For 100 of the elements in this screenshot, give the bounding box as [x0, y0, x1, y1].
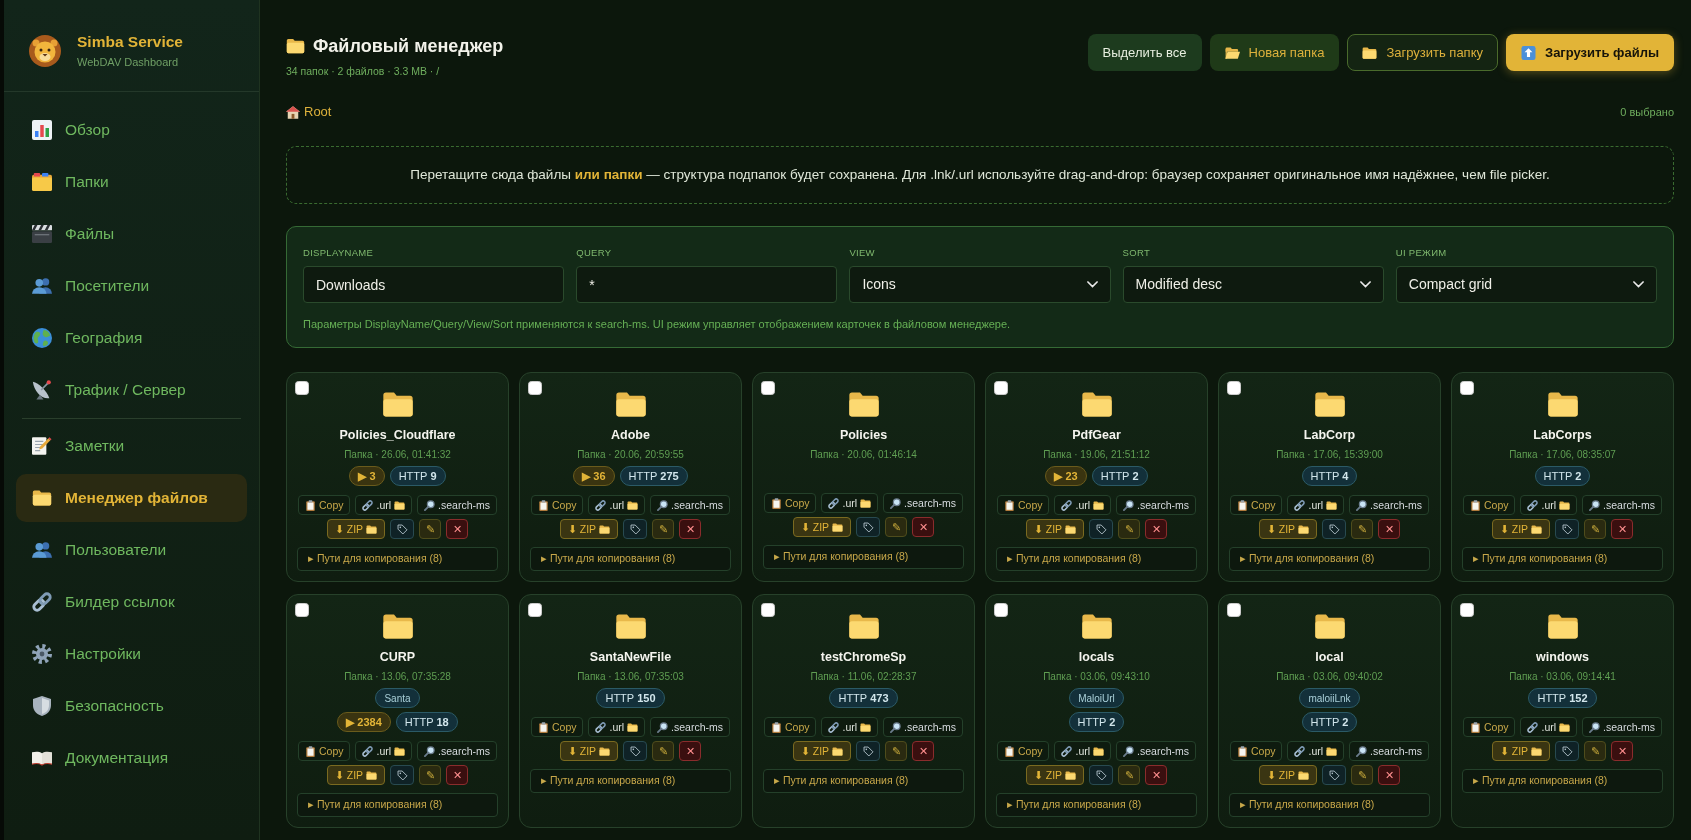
sidebar-item[interactable]: Файлы — [16, 210, 247, 258]
tag-button[interactable] — [1089, 765, 1114, 785]
display-name-field[interactable]: Downloads — [303, 266, 565, 303]
select-checkbox[interactable] — [761, 381, 775, 395]
rename-button[interactable]: ✎ — [1118, 765, 1141, 785]
copy-button[interactable]: Copy — [297, 741, 351, 761]
sidebar-item[interactable]: Безопасность — [16, 682, 247, 730]
copy-paths-toggle[interactable]: ▸ Пути для копирования (8) — [1462, 547, 1663, 571]
copy-paths-toggle[interactable]: ▸ Пути для копирования (8) — [1462, 769, 1663, 793]
delete-button[interactable]: ✕ — [679, 519, 702, 539]
select-checkbox[interactable] — [528, 381, 542, 395]
rename-button[interactable]: ✎ — [1584, 741, 1607, 761]
rename-button[interactable]: ✎ — [885, 741, 908, 761]
query-field[interactable]: * — [576, 266, 838, 303]
url-shortcut-button[interactable]: .url — [1054, 741, 1112, 761]
select-checkbox[interactable] — [994, 381, 1008, 395]
delete-button[interactable]: ✕ — [679, 741, 702, 761]
new-folder-button[interactable]: Новая папка — [1209, 34, 1340, 71]
sidebar-item[interactable]: Документация — [16, 734, 247, 782]
select-checkbox[interactable] — [295, 381, 309, 395]
search-ms-button[interactable]: .search-ms — [650, 717, 730, 737]
zip-download-button[interactable]: ⬇ ZIP — [326, 519, 386, 539]
select-checkbox[interactable] — [761, 603, 775, 617]
copy-button[interactable]: Copy — [1229, 495, 1283, 515]
upload-files-button[interactable]: Загрузить файлы — [1506, 34, 1674, 71]
copy-paths-toggle[interactable]: ▸ Пути для копирования (8) — [996, 793, 1197, 817]
view-select[interactable]: Icons — [849, 266, 1111, 303]
url-shortcut-button[interactable]: .url — [355, 495, 413, 515]
rename-button[interactable]: ✎ — [1118, 519, 1141, 539]
sidebar-item[interactable]: Папки — [16, 158, 247, 206]
select-checkbox[interactable] — [994, 603, 1008, 617]
rename-button[interactable]: ✎ — [419, 765, 442, 785]
rename-button[interactable]: ✎ — [419, 519, 442, 539]
select-all-button[interactable]: Выделить все — [1087, 34, 1202, 71]
select-checkbox[interactable] — [1460, 381, 1474, 395]
zip-download-button[interactable]: ⬇ ZIP — [1491, 519, 1551, 539]
search-ms-button[interactable]: .search-ms — [650, 495, 730, 515]
zip-download-button[interactable]: ⬇ ZIP — [559, 519, 619, 539]
rename-button[interactable]: ✎ — [885, 517, 908, 537]
copy-button[interactable]: Copy — [530, 717, 584, 737]
sidebar-item[interactable]: Заметки — [16, 422, 247, 470]
select-checkbox[interactable] — [1460, 603, 1474, 617]
delete-button[interactable]: ✕ — [446, 519, 469, 539]
rename-button[interactable]: ✎ — [652, 519, 675, 539]
sidebar-item[interactable]: Менеджер файлов — [16, 474, 247, 522]
select-checkbox[interactable] — [295, 603, 309, 617]
tag-button[interactable] — [1089, 519, 1114, 539]
copy-paths-toggle[interactable]: ▸ Пути для копирования (8) — [530, 769, 731, 793]
url-shortcut-button[interactable]: .url — [1054, 495, 1112, 515]
tag-button[interactable] — [1555, 519, 1580, 539]
url-shortcut-button[interactable]: .url — [588, 495, 646, 515]
tag-button[interactable] — [1555, 741, 1580, 761]
delete-button[interactable]: ✕ — [1378, 519, 1401, 539]
copy-button[interactable]: Copy — [996, 741, 1050, 761]
delete-button[interactable]: ✕ — [1145, 765, 1168, 785]
rename-button[interactable]: ✎ — [652, 741, 675, 761]
select-checkbox[interactable] — [1227, 381, 1241, 395]
rename-button[interactable]: ✎ — [1584, 519, 1607, 539]
copy-paths-toggle[interactable]: ▸ Пути для копирования (8) — [763, 769, 964, 793]
delete-button[interactable]: ✕ — [1145, 519, 1168, 539]
copy-paths-toggle[interactable]: ▸ Пути для копирования (8) — [1229, 793, 1430, 817]
zip-download-button[interactable]: ⬇ ZIP — [1025, 765, 1085, 785]
copy-button[interactable]: Copy — [530, 495, 584, 515]
sidebar-item[interactable]: География — [16, 314, 247, 362]
zip-download-button[interactable]: ⬇ ZIP — [1491, 741, 1551, 761]
copy-button[interactable]: Copy — [996, 495, 1050, 515]
url-shortcut-button[interactable]: .url — [355, 741, 413, 761]
sidebar-item[interactable]: Трафик / Сервер — [16, 366, 247, 414]
breadcrumb-link[interactable]: Root — [286, 102, 332, 122]
upload-folder-button[interactable]: Загрузить папку — [1347, 34, 1498, 71]
search-ms-button[interactable]: .search-ms — [883, 493, 963, 513]
select-checkbox[interactable] — [528, 603, 542, 617]
url-shortcut-button[interactable]: .url — [1287, 495, 1345, 515]
search-ms-button[interactable]: .search-ms — [417, 495, 497, 515]
delete-button[interactable]: ✕ — [446, 765, 469, 785]
copy-button[interactable]: Copy — [763, 717, 817, 737]
search-ms-button[interactable]: .search-ms — [1349, 495, 1429, 515]
sidebar-item[interactable]: Пользователи — [16, 526, 247, 574]
url-shortcut-button[interactable]: .url — [821, 717, 879, 737]
delete-button[interactable]: ✕ — [1611, 519, 1634, 539]
search-ms-button[interactable]: .search-ms — [883, 717, 963, 737]
search-ms-button[interactable]: .search-ms — [1116, 741, 1196, 761]
delete-button[interactable]: ✕ — [912, 741, 935, 761]
delete-button[interactable]: ✕ — [1611, 741, 1634, 761]
delete-button[interactable]: ✕ — [912, 517, 935, 537]
url-shortcut-button[interactable]: .url — [821, 493, 879, 513]
url-shortcut-button[interactable]: .url — [1287, 741, 1345, 761]
copy-paths-toggle[interactable]: ▸ Пути для копирования (8) — [996, 547, 1197, 571]
zip-download-button[interactable]: ⬇ ZIP — [1258, 765, 1318, 785]
delete-button[interactable]: ✕ — [1378, 765, 1401, 785]
sidebar-item[interactable]: Обзор — [16, 106, 247, 154]
copy-button[interactable]: Copy — [763, 493, 817, 513]
tag-button[interactable] — [390, 519, 415, 539]
copy-button[interactable]: Copy — [1462, 717, 1516, 737]
sort-select[interactable]: Modified desc — [1122, 266, 1384, 303]
zip-download-button[interactable]: ⬇ ZIP — [792, 517, 852, 537]
drop-zone[interactable]: Перетащите сюда файлы или папки — структура подпапок будет сохранена. Для .lnk/.url используйте drag-and-drop: браузер сохраняет оригинальное имя надёжнее, чем file picker. — [286, 146, 1674, 204]
tag-button[interactable] — [856, 517, 881, 537]
rename-button[interactable]: ✎ — [1351, 519, 1374, 539]
copy-button[interactable]: Copy — [1462, 495, 1516, 515]
